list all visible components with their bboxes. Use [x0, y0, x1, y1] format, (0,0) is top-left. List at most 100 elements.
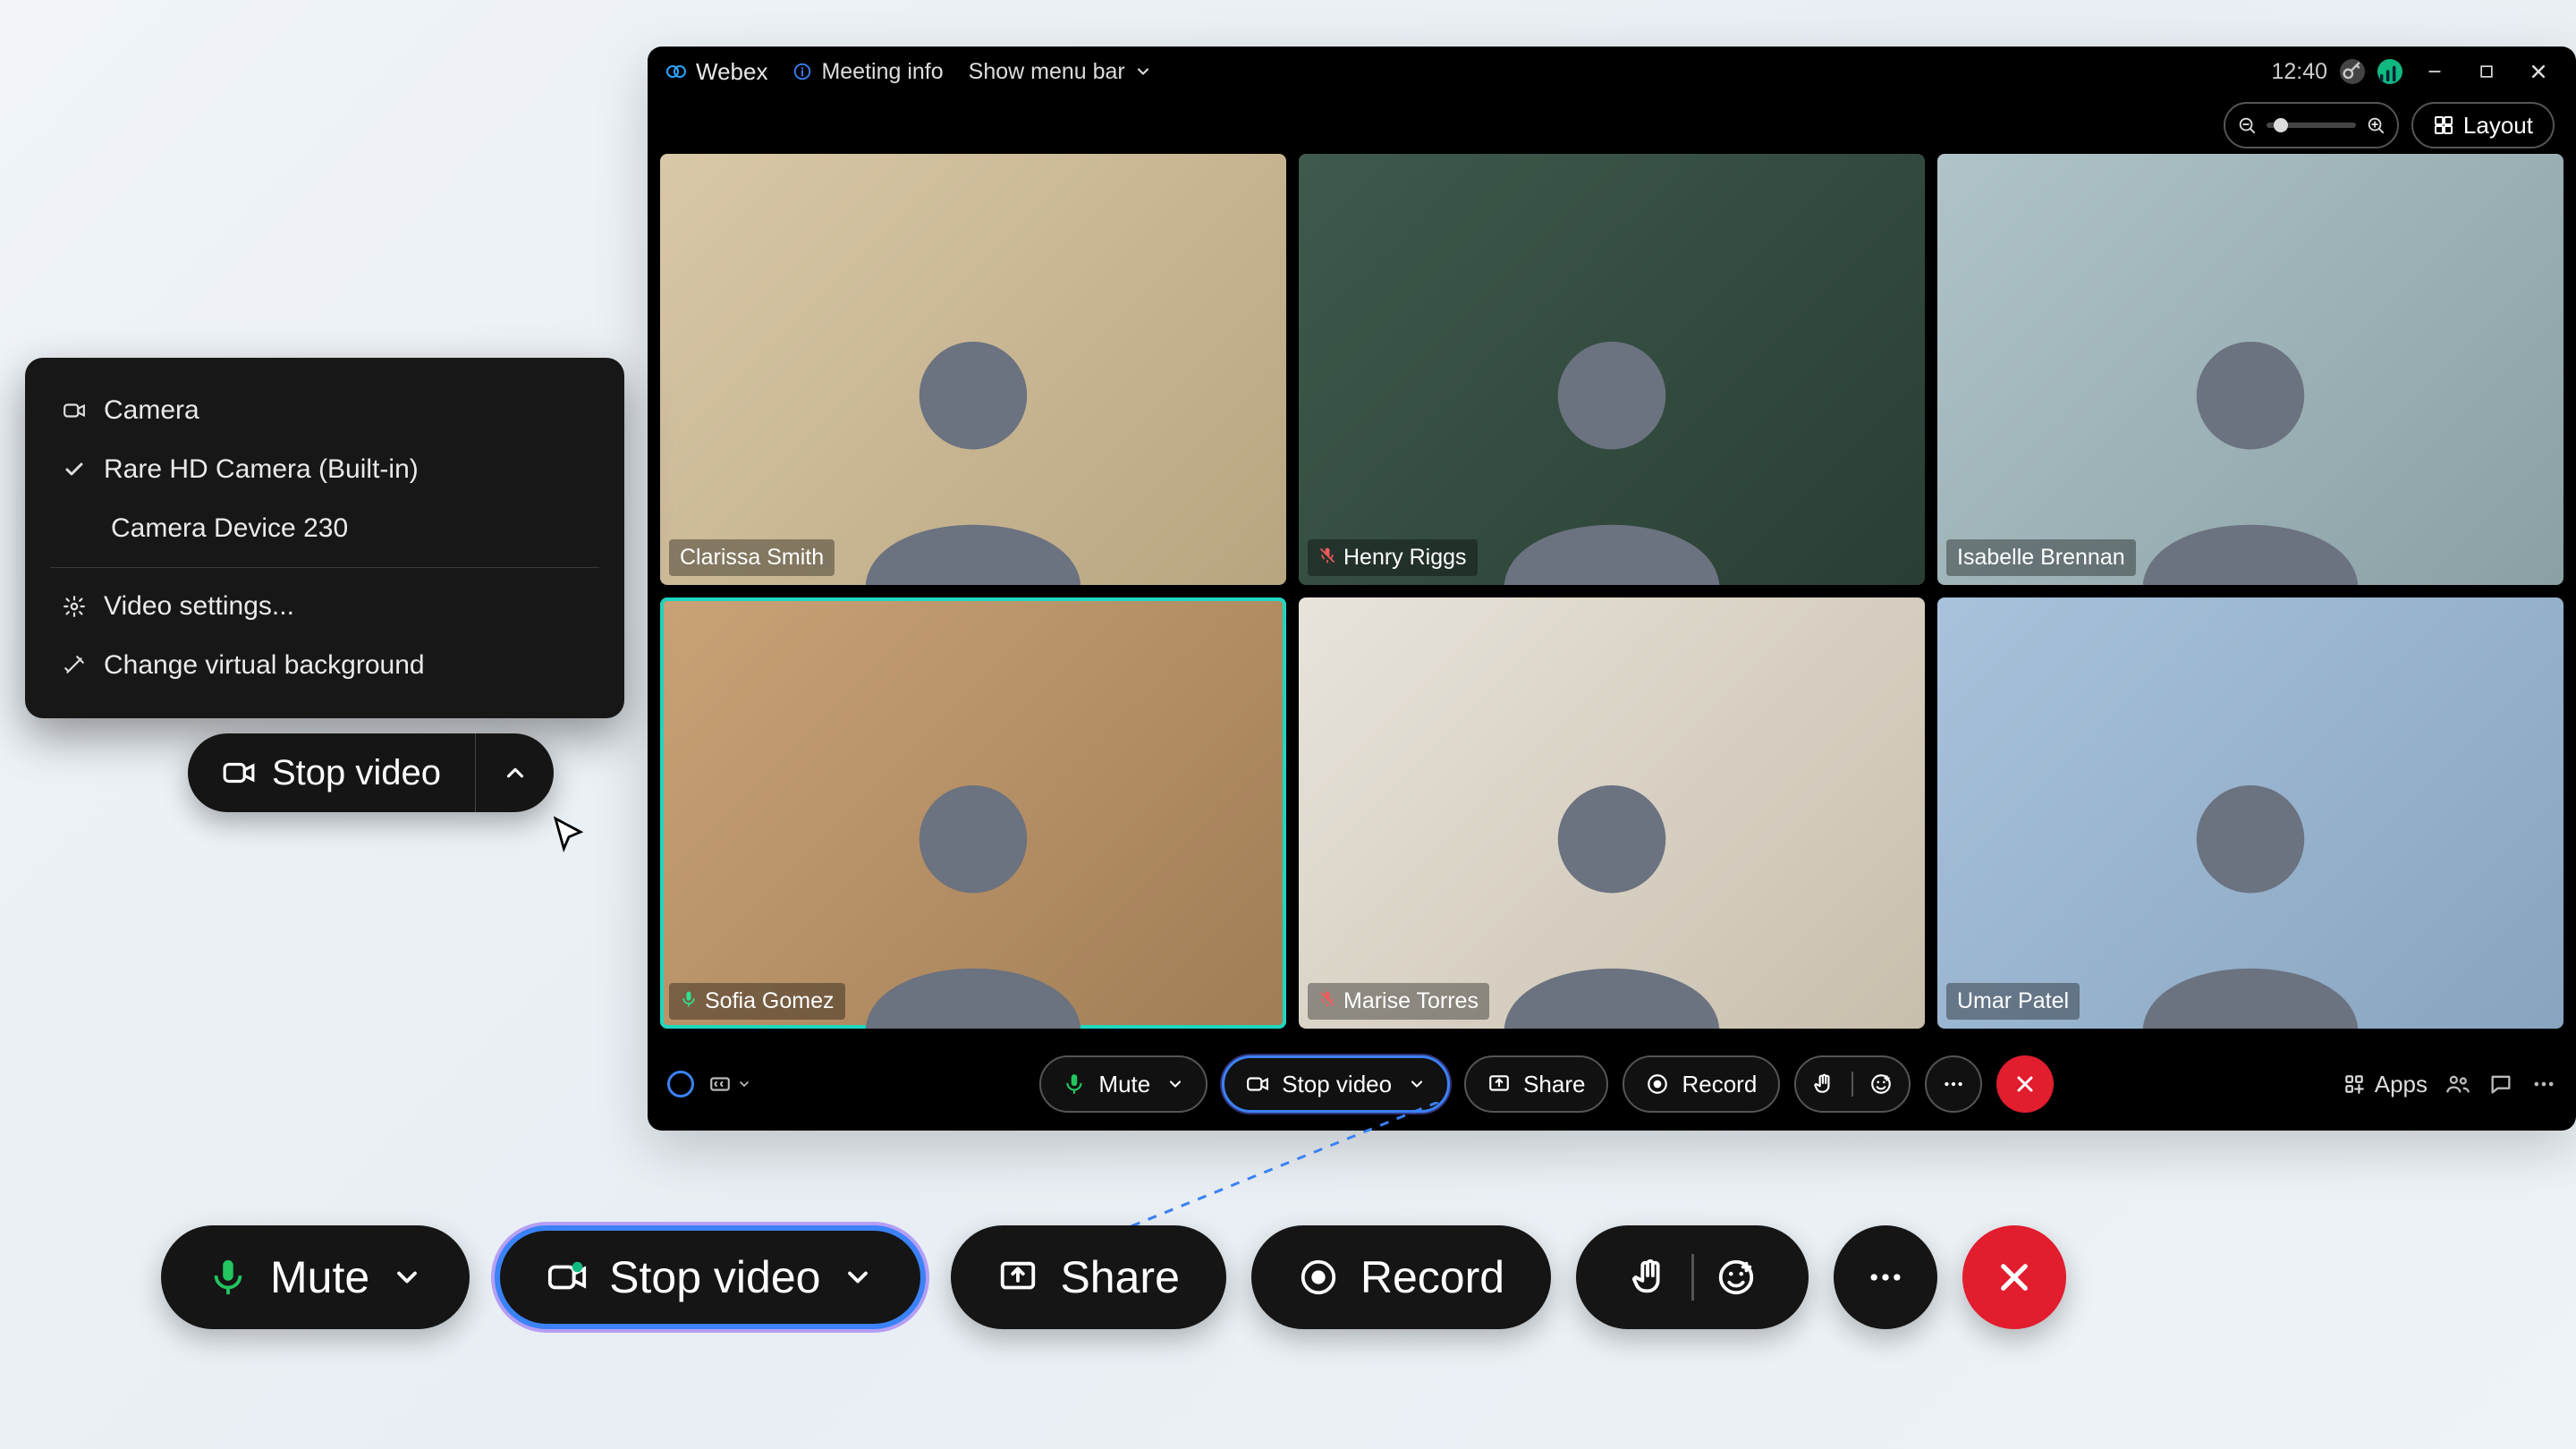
record-button[interactable]: Record [1623, 1055, 1780, 1113]
reactions-button[interactable] [1794, 1055, 1911, 1113]
layout-button[interactable]: Layout [2411, 102, 2555, 148]
record-label: Record [1682, 1071, 1757, 1098]
raise-hand-icon[interactable] [1629, 1257, 1670, 1298]
mic-muted-icon [1318, 545, 1336, 571]
person-silhouette [798, 287, 1148, 585]
camera-device-0[interactable]: Rare HD Camera (Built-in) [25, 440, 624, 499]
webex-window: Webex Meeting info Show menu bar 12:40 [648, 47, 2576, 1131]
chevron-down-icon[interactable] [842, 1261, 874, 1293]
mic-icon [1063, 1072, 1086, 1096]
participant-name: Marise Torres [1343, 988, 1479, 1014]
person-silhouette [798, 731, 1148, 1029]
big-more-button[interactable] [1834, 1225, 1937, 1329]
video-settings-label: Video settings... [104, 591, 294, 622]
participant-name-tag: Clarissa Smith [669, 539, 835, 576]
divider [1852, 1072, 1853, 1097]
chevron-down-icon[interactable] [1166, 1075, 1184, 1093]
participant-name-tag: Umar Patel [1946, 983, 2080, 1020]
video-tile-5[interactable]: Umar Patel [1937, 597, 2563, 1029]
more-icon [1942, 1072, 1965, 1096]
zoom-in-icon[interactable] [2363, 113, 2388, 138]
cursor-icon [549, 814, 589, 854]
mic-muted-icon [1318, 988, 1336, 1014]
chevron-down-icon[interactable] [391, 1261, 423, 1293]
zoom-slider[interactable] [2267, 123, 2356, 128]
participant-name-tag: Isabelle Brennan [1946, 539, 2136, 576]
zoom-control[interactable] [2224, 102, 2399, 148]
wand-icon [61, 652, 88, 679]
show-menu-bar-button[interactable]: Show menu bar [969, 59, 1152, 85]
video-settings-item[interactable]: Video settings... [25, 577, 624, 636]
big-reactions-button[interactable] [1576, 1225, 1809, 1329]
participant-name-tag: Sofia Gomez [669, 983, 845, 1020]
participant-name: Sofia Gomez [705, 988, 835, 1014]
record-icon [1298, 1257, 1339, 1298]
stop-video-label: Stop video [1282, 1071, 1392, 1098]
leave-meeting-button[interactable] [1996, 1055, 2054, 1113]
camera-header-label: Camera [104, 395, 199, 426]
record-icon [1646, 1072, 1669, 1096]
big-record-label: Record [1360, 1251, 1504, 1303]
virtual-background-label: Change virtual background [104, 650, 425, 681]
video-tile-3[interactable]: Sofia Gomez [660, 597, 1286, 1029]
camera-icon [1246, 1072, 1269, 1096]
share-icon [1487, 1072, 1511, 1096]
camera-icon [61, 397, 88, 424]
app-brand[interactable]: Webex [665, 58, 767, 86]
meeting-toolbar: Mute Stop video Share Record [648, 1038, 2576, 1131]
big-share-button[interactable]: Share [951, 1225, 1225, 1329]
show-menu-bar-label: Show menu bar [969, 59, 1125, 85]
window-close-button[interactable] [2519, 52, 2558, 91]
virtual-background-item[interactable]: Change virtual background [25, 636, 624, 695]
window-maximize-button[interactable] [2467, 52, 2506, 91]
titlebar: Webex Meeting info Show menu bar 12:40 [648, 47, 2576, 97]
mute-button[interactable]: Mute [1039, 1055, 1208, 1113]
emoji-icon[interactable] [1716, 1257, 1757, 1298]
chat-panel-button[interactable] [2488, 1072, 2513, 1097]
closed-captions-button[interactable] [708, 1072, 751, 1096]
panel-options-button[interactable] [2531, 1072, 2556, 1097]
chevron-down-icon[interactable] [1408, 1075, 1426, 1093]
stop-video-button[interactable]: Stop video [1222, 1055, 1450, 1113]
assistant-icon[interactable] [667, 1071, 694, 1097]
clock: 12:40 [2271, 59, 2327, 85]
layout-bar: Layout [648, 97, 2576, 154]
close-icon [2014, 1073, 2036, 1095]
camera-device-1[interactable]: Camera Device 230 [25, 499, 624, 558]
chevron-up-icon [502, 759, 529, 786]
video-tile-0[interactable]: Clarissa Smith [660, 154, 1286, 585]
encryption-icon[interactable] [2340, 59, 2365, 84]
mute-label: Mute [1098, 1071, 1150, 1098]
video-tile-4[interactable]: Marise Torres [1299, 597, 1925, 1029]
apps-panel-button[interactable]: Apps [2343, 1071, 2428, 1098]
stop-video-callout[interactable]: Stop video [188, 733, 554, 812]
meeting-info-button[interactable]: Meeting info [792, 59, 943, 85]
share-button[interactable]: Share [1464, 1055, 1608, 1113]
share-icon [997, 1257, 1038, 1298]
mic-icon [208, 1257, 249, 1298]
app-name: Webex [696, 58, 767, 86]
participant-name-tag: Marise Torres [1308, 983, 1489, 1020]
video-tile-1[interactable]: Henry Riggs [1299, 154, 1925, 585]
network-signal-icon[interactable] [2377, 59, 2402, 84]
stop-video-callout-caret[interactable] [475, 733, 554, 812]
participants-panel-button[interactable] [2445, 1072, 2470, 1097]
camera-header: Camera [25, 381, 624, 440]
big-record-button[interactable]: Record [1251, 1225, 1551, 1329]
zoom-out-icon[interactable] [2234, 113, 2259, 138]
layout-grid-icon [2433, 114, 2454, 136]
gear-icon [61, 593, 88, 620]
divider [1691, 1254, 1694, 1301]
big-leave-button[interactable] [1962, 1225, 2066, 1329]
close-icon [1996, 1258, 2033, 1296]
separator [50, 567, 599, 568]
emoji-icon[interactable] [1869, 1072, 1893, 1096]
big-stop-video-label: Stop video [609, 1251, 820, 1303]
video-tile-2[interactable]: Isabelle Brennan [1937, 154, 2563, 585]
more-options-button[interactable] [1925, 1055, 1982, 1113]
camera-device-0-label: Rare HD Camera (Built-in) [104, 454, 419, 485]
window-minimize-button[interactable] [2415, 52, 2454, 91]
raise-hand-icon[interactable] [1812, 1072, 1835, 1096]
big-mute-button[interactable]: Mute [161, 1225, 470, 1329]
big-stop-video-button[interactable]: Stop video [495, 1225, 926, 1329]
